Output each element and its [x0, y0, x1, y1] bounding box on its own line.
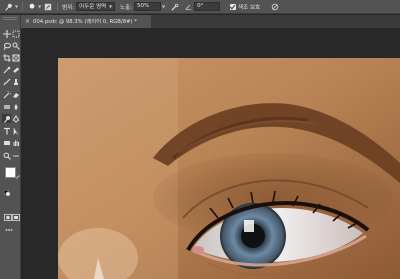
separator: [22, 2, 24, 11]
angle-input[interactable]: 0°: [194, 2, 221, 11]
gradient-tool-icon[interactable]: [2, 102, 11, 111]
protect-tones-label: 색조 보호: [238, 4, 261, 11]
quick-mask-icon[interactable]: [4, 206, 12, 221]
foreground-color-swatch[interactable]: [5, 167, 16, 178]
quick-select-tool-icon[interactable]: [11, 41, 20, 50]
zoom-tool-icon[interactable]: [2, 151, 11, 160]
angle-value: 0°: [197, 3, 204, 9]
options-bar: ▼ ▼ 범위: 어두운 영역 ▼ 노출: 50% ▼ 0° 색조 보호: [0, 0, 400, 14]
stamp-tool-icon[interactable]: [11, 78, 20, 87]
brush-preset-chevron-icon[interactable]: ▼: [38, 4, 41, 9]
pressure-size-icon[interactable]: [270, 1, 280, 13]
dodge-tool-icon[interactable]: [2, 114, 11, 124]
rectangle-tool-icon[interactable]: [2, 139, 11, 148]
brush-settings-icon[interactable]: [43, 1, 53, 13]
type-tool-icon[interactable]: [2, 127, 11, 136]
move-tool-icon[interactable]: [2, 29, 11, 38]
eyedropper-tool-icon[interactable]: [2, 66, 11, 75]
dodge-tool-icon[interactable]: [4, 1, 14, 13]
angle-icon: [184, 1, 192, 13]
range-chevron-icon: ▼: [108, 4, 113, 9]
history-brush-tool-icon[interactable]: [2, 90, 11, 99]
protect-tones-checkbox[interactable]: [230, 3, 237, 10]
screen-mode-icon[interactable]: [12, 206, 20, 221]
exposure-value: 50%: [137, 3, 150, 9]
exposure-label: 노출:: [120, 4, 133, 11]
marquee-tool-icon[interactable]: [11, 29, 20, 38]
exposure-input[interactable]: 50%: [134, 2, 162, 11]
blur-tool-icon[interactable]: [11, 102, 20, 111]
close-tab-icon[interactable]: ×: [25, 15, 30, 28]
airbrush-icon[interactable]: [170, 1, 180, 13]
eye-photo[interactable]: [58, 58, 400, 279]
canvas-area[interactable]: [22, 28, 400, 279]
range-value: 어두운 영역: [79, 4, 107, 10]
document-tab-bar: × 004.psdc @ 98.3% (레이어 0, RGB/8#) *: [21, 15, 400, 28]
spot-heal-tool-icon[interactable]: [11, 66, 20, 75]
separator: [57, 2, 59, 11]
hand-tool-icon[interactable]: [11, 139, 20, 148]
brush-preset-icon[interactable]: [27, 1, 37, 13]
eraser-tool-icon[interactable]: [11, 90, 20, 99]
more-tools-icon[interactable]: [11, 151, 20, 160]
toolbox-grip[interactable]: [3, 17, 17, 20]
default-colors-icon[interactable]: [3, 181, 11, 197]
document-tab[interactable]: × 004.psdc @ 98.3% (레이어 0, RGB/8#) *: [21, 15, 151, 28]
brush-tool-icon[interactable]: [2, 78, 11, 87]
crop-tool-icon[interactable]: [2, 53, 11, 62]
document-tab-title: 004.psdc @ 98.3% (레이어 0, RGB/8#) *: [33, 19, 137, 25]
path-select-tool-icon[interactable]: [11, 127, 20, 136]
edit-toolbar-icon[interactable]: [5, 219, 13, 231]
tool-preset-chevron-icon[interactable]: ▼: [15, 4, 18, 9]
range-select[interactable]: 어두운 영역 ▼: [76, 2, 116, 11]
swap-colors-icon[interactable]: [16, 165, 21, 180]
range-label: 범위:: [62, 4, 75, 11]
frame-tool-icon[interactable]: [11, 53, 20, 62]
pen-tool-icon[interactable]: [11, 114, 20, 123]
exposure-chevron-icon[interactable]: ▼: [162, 4, 165, 9]
lasso-tool-icon[interactable]: [2, 41, 11, 50]
